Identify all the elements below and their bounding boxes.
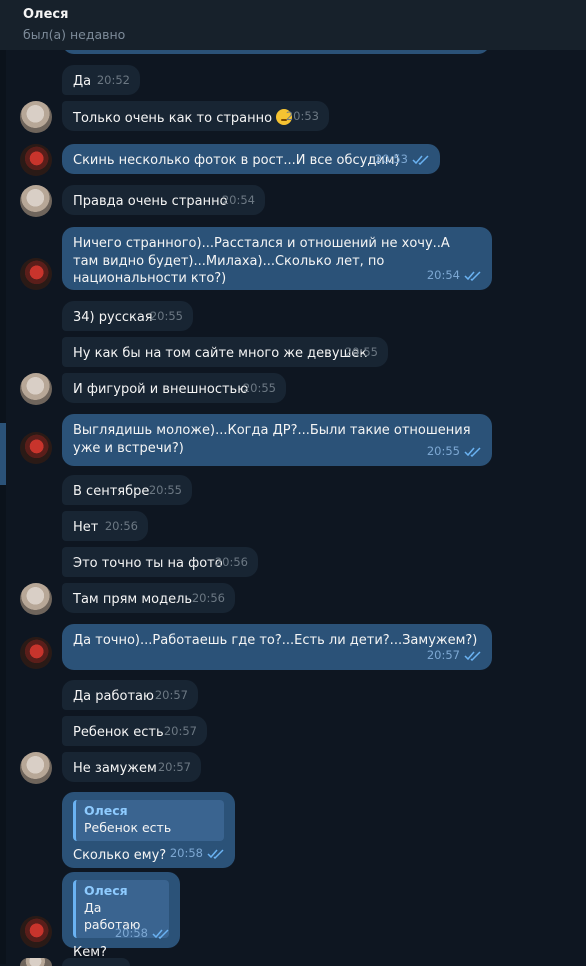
message-bubble-incoming[interactable]: Да работаю 20:57: [62, 680, 198, 710]
message-bubble-incoming[interactable]: Правда очень странно 20:54: [62, 185, 265, 215]
message-text: Да работаю: [73, 689, 154, 704]
message-text: Сколько ему?: [73, 847, 167, 863]
message-bubble-incoming[interactable]: Да 20:52: [62, 65, 140, 95]
contact-status: был(а) недавно: [23, 27, 126, 42]
double-check-icon: [412, 155, 430, 166]
message-time: 20:56: [191, 591, 225, 606]
double-check-icon: [464, 651, 482, 662]
message-text: Только очень как то странно: [73, 111, 273, 126]
message-bubble-incoming[interactable]: Не замужем 20:57: [62, 752, 201, 782]
message-bubble-partial: [62, 958, 130, 966]
message-time: 20:56: [214, 555, 248, 570]
avatar-self[interactable]: [20, 432, 52, 464]
message-bubble-outgoing[interactable]: Да точно)...Работаешь где то?...Есть ли …: [62, 624, 492, 670]
avatar-contact[interactable]: [20, 185, 52, 217]
message-text: Ну как бы на том сайте много же девушек: [73, 346, 368, 361]
message-text: Нет: [73, 520, 99, 535]
message-time: 20:57: [426, 648, 460, 663]
avatar-contact[interactable]: [20, 101, 52, 133]
message-time: 20:55: [426, 444, 460, 459]
message-text: Не замужем: [73, 761, 157, 776]
message-list[interactable]: Да 20:52 Только очень как то странно 20:…: [0, 40, 586, 966]
message-bubble-incoming[interactable]: Нет 20:56: [62, 511, 148, 541]
message-bubble-outgoing-reply[interactable]: Олеся Ребенок есть Сколько ему? 20:58: [62, 792, 235, 868]
message-time: 20:58: [114, 926, 148, 941]
avatar-contact-partial: [20, 958, 52, 966]
message-text: Там прям модель: [73, 592, 193, 607]
message-text: Ничего странного)...Расстался и отношени…: [73, 236, 454, 287]
message-text: 34) русская: [73, 310, 153, 325]
message-text: Ребенок есть: [73, 725, 164, 740]
avatar-contact[interactable]: [20, 373, 52, 405]
message-text: Выглядишь моложе)...Когда ДР?...Были так…: [73, 423, 475, 456]
message-time: 20:56: [104, 519, 138, 534]
message-time: 20:55: [149, 309, 183, 324]
message-bubble-incoming[interactable]: Там прям модель 20:56: [62, 583, 235, 613]
message-text: И фигурой и внешностью: [73, 382, 249, 397]
avatar-self[interactable]: [20, 258, 52, 290]
message-bubble-incoming[interactable]: Это точно ты на фото 20:56: [62, 547, 258, 577]
message-bubble-incoming[interactable]: И фигурой и внешностью 20:55: [62, 373, 286, 403]
message-text: В сентябре: [73, 484, 150, 499]
message-time: 20:53: [374, 152, 408, 167]
message-text: Правда очень странно: [73, 194, 228, 209]
reply-author: Олеся: [84, 883, 128, 898]
message-time: 20:54: [221, 193, 255, 208]
double-check-icon: [207, 849, 225, 860]
message-time: 20:57: [154, 688, 188, 703]
message-time: 20:54: [426, 268, 460, 283]
double-check-icon: [152, 929, 170, 940]
avatar-self[interactable]: [20, 916, 52, 948]
message-text: Скинь несколько фоток в рост...И все обс…: [73, 153, 400, 168]
message-bubble-outgoing[interactable]: Ничего странного)...Расстался и отношени…: [62, 227, 492, 290]
message-time: 20:57: [157, 760, 191, 775]
message-bubble-outgoing-reply[interactable]: Олеся Да работаю Кем? 20:58: [62, 872, 180, 960]
message-time: 20:55: [148, 483, 182, 498]
message-text: Да точно)...Работаешь где то?...Есть ли …: [73, 633, 478, 648]
message-bubble-outgoing[interactable]: Выглядишь моложе)...Когда ДР?...Были так…: [62, 414, 492, 466]
message-bubble-incoming[interactable]: В сентябре 20:55: [62, 475, 192, 505]
avatar-self[interactable]: [20, 144, 52, 176]
message-text: Это точно ты на фото: [73, 556, 223, 571]
message-time: 20:57: [163, 724, 197, 739]
message-time: 20:55: [344, 345, 378, 360]
message-time: 20:53: [285, 109, 319, 124]
reply-quote[interactable]: Олеся Ребенок есть: [73, 800, 224, 841]
message-bubble-outgoing[interactable]: Скинь несколько фоток в рост...И все обс…: [62, 144, 440, 174]
message-time: 20:58: [169, 846, 203, 861]
avatar-self[interactable]: [20, 637, 52, 669]
reply-text: Ребенок есть: [84, 819, 172, 835]
message-time: 20:52: [96, 73, 130, 88]
message-bubble-incoming[interactable]: Ну как бы на том сайте много же девушек …: [62, 337, 388, 367]
contact-name[interactable]: Олеся: [23, 7, 68, 22]
message-bubble-incoming[interactable]: Ребенок есть 20:57: [62, 716, 207, 746]
message-bubble-incoming[interactable]: 34) русская 20:55: [62, 301, 193, 331]
reply-author: Олеся: [84, 803, 128, 818]
message-bubble-incoming[interactable]: Только очень как то странно 20:53: [62, 101, 329, 131]
message-text: Да: [73, 74, 92, 89]
message-time: 20:55: [242, 381, 276, 396]
chat-header[interactable]: Олеся был(а) недавно: [0, 0, 586, 50]
avatar-contact[interactable]: [20, 752, 52, 784]
double-check-icon: [464, 271, 482, 282]
double-check-icon: [464, 447, 482, 458]
avatar-contact[interactable]: [20, 583, 52, 615]
